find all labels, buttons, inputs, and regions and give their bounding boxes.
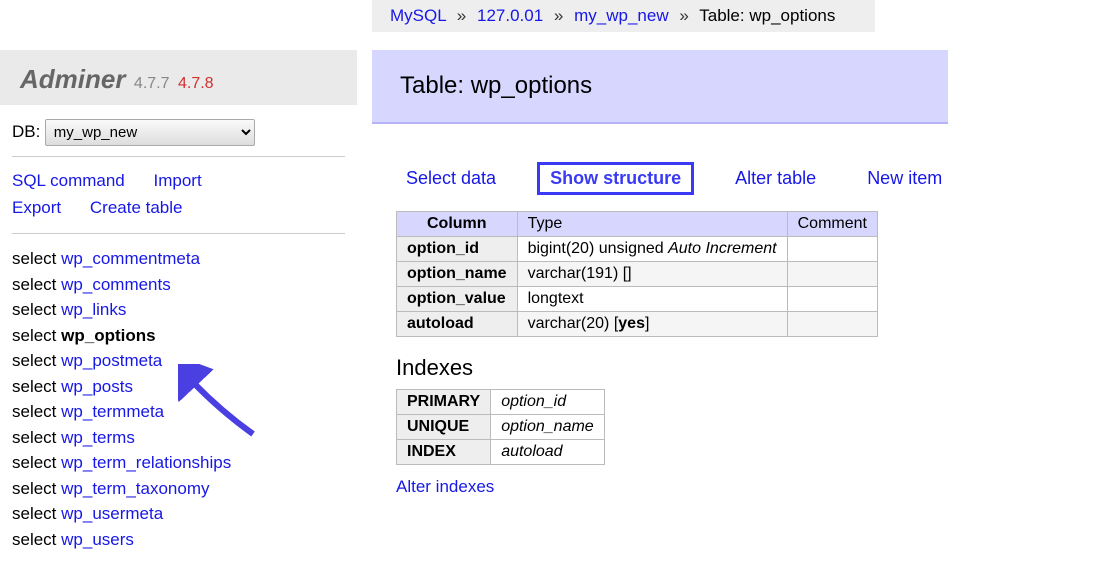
db-select[interactable]: my_wp_new [45,119,255,146]
table-row: autoloadvarchar(20) [yes] [397,311,878,336]
tab-show-structure[interactable]: Show structure [537,162,694,195]
db-label: DB: [12,122,40,141]
table-item: select wp_terms [12,425,345,451]
db-selector-row: DB: my_wp_new [12,113,345,157]
app-title: Adminer [20,64,125,94]
column-comment [787,286,877,311]
index-type: UNIQUE [397,414,491,439]
table-link[interactable]: select wp_term_taxonomy [12,479,209,498]
table-link[interactable]: select wp_termmeta [12,402,164,421]
sql-command-link[interactable]: SQL command [12,167,125,194]
page-title: Table: wp_options [372,50,948,124]
sidebar: Adminer 4.7.7 4.7.8 DB: my_wp_new SQL co… [0,50,357,564]
table-link[interactable]: select wp_terms [12,428,135,447]
table-item: select wp_term_taxonomy [12,476,345,502]
table-item: select wp_postmeta [12,348,345,374]
columns-header-column: Column [397,211,518,236]
breadcrumb: MySQL » 127.0.01 » my_wp_new » Table: wp… [372,0,875,32]
table-row: option_namevarchar(191) [] [397,261,878,286]
column-name: autoload [397,311,518,336]
version-current: 4.7.7 [134,75,170,92]
table-link[interactable]: select wp_comments [12,275,171,294]
tab-select-data[interactable]: Select data [396,165,506,192]
breadcrumb-table-label: Table: [699,6,744,25]
column-name: option_id [397,236,518,261]
column-comment [787,311,877,336]
export-link[interactable]: Export [12,194,61,221]
table-item: select wp_commentmeta [12,246,345,272]
table-item: select wp_links [12,297,345,323]
table-link[interactable]: select wp_links [12,300,126,319]
index-column: option_name [491,414,605,439]
table-link[interactable]: select wp_users [12,530,134,549]
create-table-link[interactable]: Create table [90,194,183,221]
indexes-heading: Indexes [396,355,1100,381]
table-item: select wp_options [12,323,345,349]
column-comment [787,261,877,286]
logo-bar: Adminer 4.7.7 4.7.8 [0,50,357,105]
columns-header-comment: Comment [787,211,877,236]
table-row: UNIQUEoption_name [397,414,605,439]
table-link[interactable]: select wp_postmeta [12,351,162,370]
index-type: INDEX [397,439,491,464]
table-item: select wp_posts [12,374,345,400]
breadcrumb-sep: » [451,6,472,25]
tab-new-item[interactable]: New item [857,165,952,192]
table-list: select wp_commentmetaselect wp_commentss… [12,234,345,564]
import-link[interactable]: Import [153,167,201,194]
version-latest: 4.7.8 [178,75,214,92]
breadcrumb-sep: » [548,6,569,25]
column-comment [787,236,877,261]
table-link[interactable]: select wp_term_relationships [12,453,231,472]
index-type: PRIMARY [397,389,491,414]
column-type: bigint(20) unsigned Auto Increment [517,236,787,261]
table-link[interactable]: select wp_usermeta [12,504,163,523]
breadcrumb-sep: » [673,6,694,25]
columns-header-type: Type [517,211,787,236]
column-type: varchar(191) [] [517,261,787,286]
table-item: select wp_usermeta [12,501,345,527]
table-row: option_valuelongtext [397,286,878,311]
table-row: option_idbigint(20) unsigned Auto Increm… [397,236,878,261]
table-item: select wp_users [12,527,345,553]
column-name: option_name [397,261,518,286]
index-column: option_id [491,389,605,414]
table-row: INDEXautoload [397,439,605,464]
column-type: longtext [517,286,787,311]
breadcrumb-db[interactable]: my_wp_new [574,6,669,25]
table-item: select wp_term_relationships [12,450,345,476]
column-type: varchar(20) [yes] [517,311,787,336]
table-item: select wp_comments [12,272,345,298]
main-content: Table: wp_options Select data Show struc… [372,50,1100,505]
tools: SQL command Import Export Create table [12,157,345,234]
table-link[interactable]: select wp_posts [12,377,133,396]
table-link[interactable]: select wp_commentmeta [12,249,200,268]
breadcrumb-table: wp_options [749,6,835,25]
table-link[interactable]: select wp_options [12,326,156,345]
alter-indexes-link[interactable]: Alter indexes [396,477,494,496]
breadcrumb-host[interactable]: 127.0.01 [477,6,543,25]
tabs: Select data Show structure Alter table N… [372,144,1100,207]
tab-alter-table[interactable]: Alter table [725,165,826,192]
breadcrumb-driver[interactable]: MySQL [390,6,446,25]
column-name: option_value [397,286,518,311]
columns-table: Column Type Comment option_idbigint(20) … [396,211,878,337]
index-column: autoload [491,439,605,464]
indexes-table: PRIMARYoption_idUNIQUEoption_nameINDEXau… [396,389,605,465]
table-row: PRIMARYoption_id [397,389,605,414]
table-item: select wp_termmeta [12,399,345,425]
